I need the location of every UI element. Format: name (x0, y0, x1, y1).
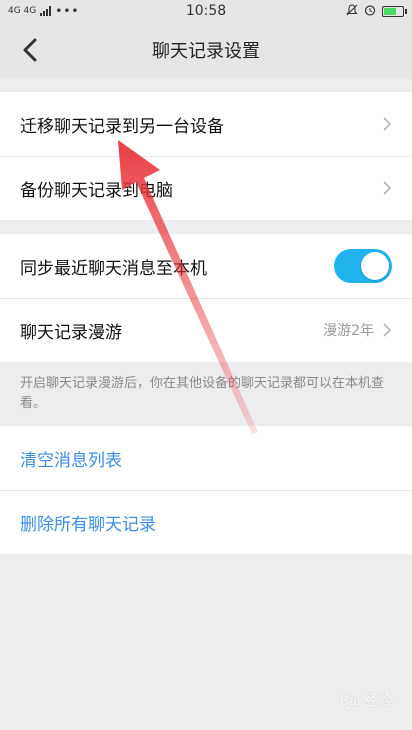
alarm-icon (364, 4, 376, 19)
clear-message-list-label: 清空消息列表 (20, 450, 122, 471)
nav-bar: 聊天记录设置 (0, 22, 412, 78)
back-button[interactable] (12, 32, 48, 68)
more-dots-icon: ••• (55, 4, 80, 18)
network-status: 4G 4G ••• (8, 4, 80, 18)
sync-group: 同步最近聊天消息至本机 聊天记录漫游 漫游2年 (0, 234, 412, 362)
migration-group: 迁移聊天记录到另一台设备 备份聊天记录到电脑 (0, 92, 412, 220)
chat-roaming-value: 漫游2年 (323, 323, 374, 339)
clear-message-list-item[interactable]: 清空消息列表 (0, 426, 412, 490)
chevron-right-icon (383, 323, 392, 337)
watermark-text: Bai 经验 (339, 692, 392, 708)
backup-to-pc-item[interactable]: 备份聊天记录到电脑 (0, 156, 412, 220)
mute-icon (346, 3, 358, 19)
chevron-left-icon (23, 38, 37, 62)
chat-roaming-label: 聊天记录漫游 (20, 322, 122, 343)
status-bar: 4G 4G ••• 10:58 (0, 0, 412, 22)
baidu-watermark: Bai 经验 (340, 690, 392, 710)
battery-icon (382, 5, 407, 17)
sync-toggle[interactable] (334, 249, 392, 283)
migrate-chat-history-label: 迁移聊天记录到另一台设备 (20, 116, 224, 137)
chevron-right-icon (383, 181, 392, 195)
status-icons (346, 3, 407, 19)
signal-icon (40, 6, 52, 16)
migrate-chat-history-item[interactable]: 迁移聊天记录到另一台设备 (0, 92, 412, 156)
network-label: 4G 4G (8, 6, 37, 16)
chat-roaming-item[interactable]: 聊天记录漫游 漫游2年 (0, 298, 412, 362)
toggle-knob (361, 252, 389, 280)
page-title: 聊天记录设置 (152, 41, 260, 62)
sync-recent-messages-label: 同步最近聊天消息至本机 (20, 258, 207, 279)
clear-group: 清空消息列表 删除所有聊天记录 (0, 426, 412, 554)
chevron-right-icon (383, 117, 392, 131)
roaming-hint: 开启聊天记录漫游后，你在其他设备的聊天记录都可以在本机查看。 (20, 376, 385, 411)
backup-to-pc-label: 备份聊天记录到电脑 (20, 180, 173, 201)
delete-all-history-label: 删除所有聊天记录 (20, 514, 156, 535)
sync-recent-messages-item: 同步最近聊天消息至本机 (0, 234, 412, 298)
delete-all-history-item[interactable]: 删除所有聊天记录 (0, 490, 412, 554)
